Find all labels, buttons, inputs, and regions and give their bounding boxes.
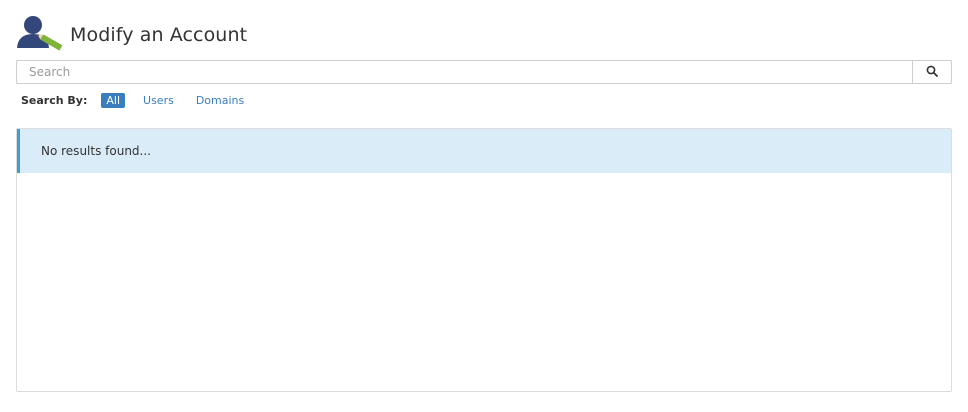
search-button[interactable] [912,60,952,84]
search-bar [16,60,952,84]
filter-users[interactable]: Users [143,94,174,107]
search-input[interactable] [16,60,912,84]
search-icon [926,65,938,80]
filter-domains[interactable]: Domains [196,94,244,107]
no-results-message: No results found... [41,144,151,158]
search-by-filters: Search By: All Users Domains [21,92,266,108]
search-by-label: Search By: [21,93,88,107]
page-title: Modify an Account [70,24,248,46]
results-panel: No results found... [16,128,952,392]
page-header: Modify an Account [16,14,247,54]
no-results-alert: No results found... [17,129,951,173]
user-edit-icon [16,14,64,54]
filter-all[interactable]: All [101,92,126,108]
